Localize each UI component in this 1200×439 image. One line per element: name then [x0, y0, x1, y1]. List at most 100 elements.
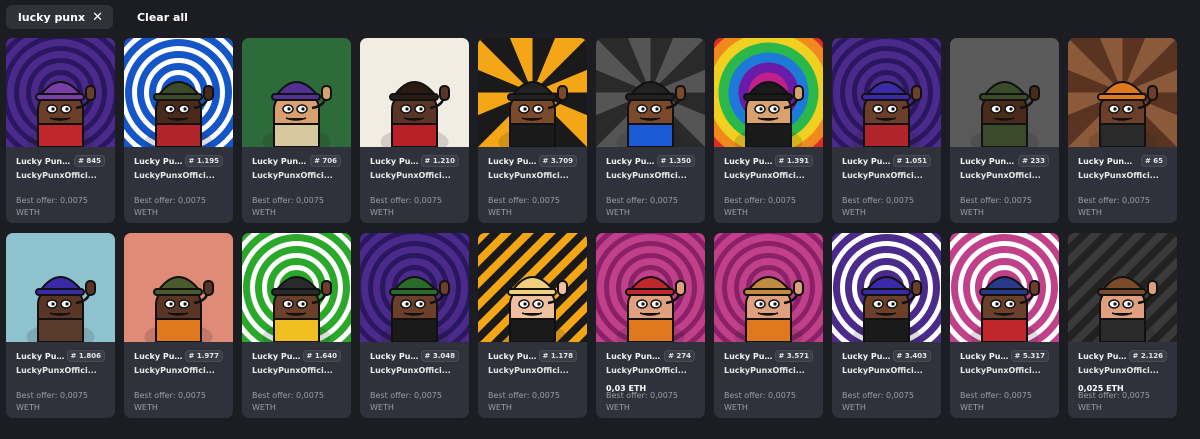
- nft-card[interactable]: Lucky Punx... # 3.709 LuckyPunxOffici...…: [478, 38, 587, 223]
- nft-collection[interactable]: LuckyPunxOffici...: [134, 171, 223, 180]
- nft-collection[interactable]: LuckyPunxOffici...: [606, 171, 695, 180]
- nft-title-row: Lucky Punx... # 1.195: [134, 155, 223, 167]
- nft-image[interactable]: [124, 38, 233, 147]
- nft-grid: Lucky Punx ... # 845 LuckyPunxOffici... …: [6, 38, 1177, 418]
- nft-name: Lucky Punx...: [842, 156, 893, 166]
- nft-avatar-illustration: [714, 233, 823, 342]
- best-offer-currency: WETH: [960, 403, 984, 412]
- best-offer-currency: WETH: [134, 208, 158, 217]
- best-offer-label: Best offer: 0,0075: [16, 391, 88, 400]
- nft-title-row: Lucky Punx ... # 706: [252, 155, 341, 167]
- nft-name: Lucky Punx ...: [606, 351, 664, 361]
- best-offer-label: Best offer: 0,0075: [842, 196, 914, 205]
- nft-collection[interactable]: LuckyPunxOffici...: [488, 171, 577, 180]
- nft-card[interactable]: Lucky Punx ... # 706 LuckyPunxOffici... …: [242, 38, 351, 223]
- nft-collection[interactable]: LuckyPunxOffici...: [252, 366, 341, 375]
- nft-title-row: Lucky Punx... # 1.806: [16, 350, 105, 362]
- nft-token-number: # 3.709: [538, 155, 577, 167]
- nft-collection[interactable]: LuckyPunxOffici...: [606, 366, 695, 375]
- nft-collection[interactable]: LuckyPunxOffici...: [370, 171, 459, 180]
- nft-name: Lucky Punx...: [1078, 351, 1129, 361]
- nft-collection[interactable]: LuckyPunxOffici...: [134, 366, 223, 375]
- nft-title-row: Lucky Punx... # 1.391: [724, 155, 813, 167]
- nft-collection[interactable]: LuckyPunxOffici...: [960, 171, 1049, 180]
- nft-image[interactable]: [478, 38, 587, 147]
- nft-token-number: # 2.126: [1128, 350, 1167, 362]
- nft-image[interactable]: [242, 38, 351, 147]
- nft-image[interactable]: [242, 233, 351, 342]
- nft-image[interactable]: [832, 233, 941, 342]
- nft-card[interactable]: Lucky Punx... # 1.640 LuckyPunxOffici...…: [242, 233, 351, 418]
- nft-name: Lucky Punx...: [370, 156, 421, 166]
- nft-name: Lucky Punx...: [370, 351, 421, 361]
- nft-collection[interactable]: LuckyPunxOffici...: [724, 171, 813, 180]
- nft-avatar-illustration: [124, 38, 233, 147]
- nft-image[interactable]: [714, 233, 823, 342]
- nft-collection[interactable]: LuckyPunxOffici...: [16, 171, 105, 180]
- nft-card[interactable]: Lucky Punx... # 3.571 LuckyPunxOffici...…: [714, 233, 823, 418]
- nft-collection[interactable]: LuckyPunxOffici...: [960, 366, 1049, 375]
- nft-collection[interactable]: LuckyPunxOffici...: [370, 366, 459, 375]
- best-offer-label: Best offer: 0,0075: [724, 196, 796, 205]
- nft-card[interactable]: Lucky Punx ... # 845 LuckyPunxOffici... …: [6, 38, 115, 223]
- nft-token-number: # 845: [74, 155, 105, 167]
- nft-name: Lucky Punx...: [724, 351, 775, 361]
- nft-card[interactable]: Lucky Punx... # 1.350 LuckyPunxOffici...…: [596, 38, 705, 223]
- nft-image[interactable]: [714, 38, 823, 147]
- best-offer-label: Best offer: 0,0075: [960, 196, 1032, 205]
- filter-chip-lucky-punx[interactable]: lucky punx ✕: [6, 5, 113, 29]
- nft-image[interactable]: [360, 233, 469, 342]
- close-icon[interactable]: ✕: [92, 11, 103, 24]
- nft-collection[interactable]: LuckyPunxOffici...: [1078, 171, 1167, 180]
- nft-token-number: # 1.195: [184, 155, 223, 167]
- nft-image[interactable]: [1068, 38, 1177, 147]
- nft-card[interactable]: Lucky Punx... # 5.317 LuckyPunxOffici...…: [950, 233, 1059, 418]
- nft-image[interactable]: [360, 38, 469, 147]
- nft-info: Lucky Punx... # 2.126 LuckyPunxOffici...…: [1068, 342, 1177, 393]
- nft-image[interactable]: [6, 38, 115, 147]
- nft-token-number: # 706: [310, 155, 341, 167]
- best-offer-label: Best offer: 0,0075: [134, 391, 206, 400]
- nft-card[interactable]: Lucky Punx... # 1.391 LuckyPunxOffici...…: [714, 38, 823, 223]
- best-offer-label: Best offer: 0,0075: [1078, 391, 1150, 400]
- nft-card[interactable]: Lucky Punx ... # 274 LuckyPunxOffici... …: [596, 233, 705, 418]
- nft-image[interactable]: [6, 233, 115, 342]
- nft-image[interactable]: [950, 233, 1059, 342]
- nft-collection[interactable]: LuckyPunxOffici...: [842, 171, 931, 180]
- nft-card[interactable]: Lucky Punx... # 3.403 LuckyPunxOffici...…: [832, 233, 941, 418]
- nft-card[interactable]: Lucky Punx... # 3.048 LuckyPunxOffici...…: [360, 233, 469, 418]
- nft-card[interactable]: Lucky Punx 1... # 65 LuckyPunxOffici... …: [1068, 38, 1177, 223]
- nft-collection[interactable]: LuckyPunxOffici...: [16, 366, 105, 375]
- nft-collection[interactable]: LuckyPunxOffici...: [842, 366, 931, 375]
- best-offer-currency: WETH: [1078, 208, 1102, 217]
- nft-image[interactable]: [596, 38, 705, 147]
- nft-info: Lucky Punx... # 1.195 LuckyPunxOffici...: [124, 147, 233, 180]
- filter-bar: lucky punx ✕ Clear all: [6, 5, 188, 29]
- nft-card[interactable]: Lucky Punx... # 2.126 LuckyPunxOffici...…: [1068, 233, 1177, 418]
- nft-collection[interactable]: LuckyPunxOffici...: [252, 171, 341, 180]
- nft-collection[interactable]: LuckyPunxOffici...: [724, 366, 813, 375]
- nft-image[interactable]: [478, 233, 587, 342]
- nft-title-row: Lucky Punx... # 1.051: [842, 155, 931, 167]
- best-offer-label: Best offer: 0,0075: [606, 196, 678, 205]
- nft-card[interactable]: Lucky Punx... # 1.178 LuckyPunxOffici...…: [478, 233, 587, 418]
- nft-card[interactable]: Lucky Punx... # 1.051 LuckyPunxOffici...…: [832, 38, 941, 223]
- nft-card[interactable]: Lucky Punx... # 1.210 LuckyPunxOffici...…: [360, 38, 469, 223]
- nft-image[interactable]: [1068, 233, 1177, 342]
- nft-image[interactable]: [832, 38, 941, 147]
- clear-all-button[interactable]: Clear all: [137, 11, 188, 24]
- nft-image[interactable]: [596, 233, 705, 342]
- nft-card[interactable]: Lucky Punx... # 1.195 LuckyPunxOffici...…: [124, 38, 233, 223]
- nft-image[interactable]: [950, 38, 1059, 147]
- nft-image[interactable]: [124, 233, 233, 342]
- nft-token-number: # 1.391: [774, 155, 813, 167]
- nft-card[interactable]: Lucky Punx ... # 233 LuckyPunxOffici... …: [950, 38, 1059, 223]
- nft-name: Lucky Punx...: [16, 351, 67, 361]
- nft-card[interactable]: Lucky Punx... # 1.806 LuckyPunxOffici...…: [6, 233, 115, 418]
- nft-avatar-illustration: [596, 233, 705, 342]
- best-offer-currency: WETH: [16, 208, 40, 217]
- nft-card[interactable]: Lucky Punx... # 1.977 LuckyPunxOffici...…: [124, 233, 233, 418]
- nft-name: Lucky Punx 1...: [1078, 156, 1136, 166]
- nft-collection[interactable]: LuckyPunxOffici...: [488, 366, 577, 375]
- nft-collection[interactable]: LuckyPunxOffici...: [1078, 366, 1167, 375]
